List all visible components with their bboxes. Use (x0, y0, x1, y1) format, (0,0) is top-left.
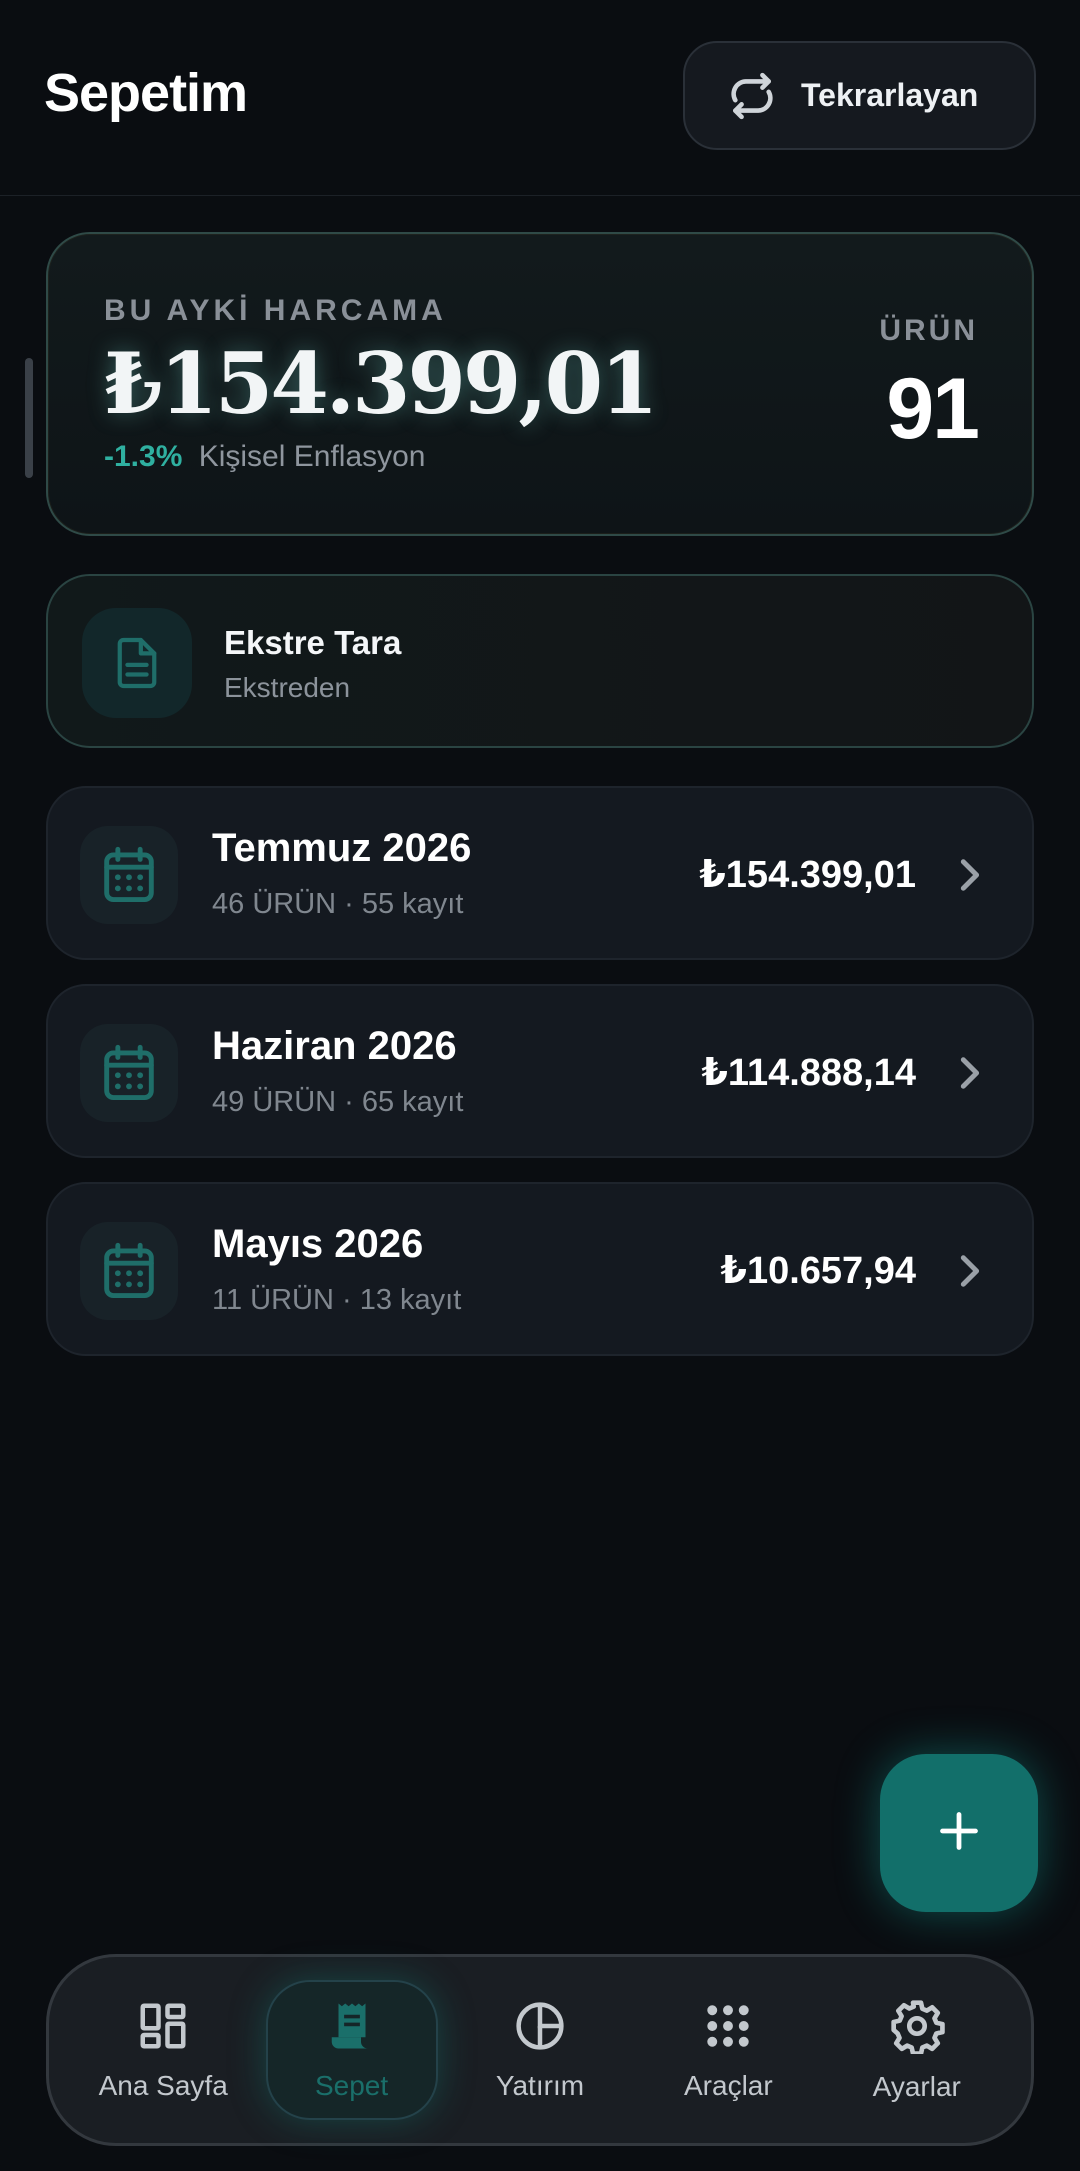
month-title: Haziran 2026 (212, 1024, 457, 1068)
month-amount: ₺114.888,14 (701, 1052, 916, 1094)
nav-item-ana-sayfa[interactable]: Ana Sayfa (77, 1980, 249, 2120)
nav-label: Ana Sayfa (98, 2069, 228, 2101)
month-amount: ₺154.399,01 (699, 854, 916, 896)
nav-item-ayarlar[interactable]: Ayarlar (831, 1980, 1003, 2120)
pie-chart-icon (513, 1999, 567, 2058)
grid-dots-icon (701, 1999, 755, 2058)
document-icon (82, 608, 192, 718)
scan-subtitle: Ekstreden (224, 672, 351, 703)
add-button[interactable] (880, 1754, 1038, 1912)
recurring-button-label: Tekrarlayan (801, 77, 979, 113)
receipt-icon (325, 1999, 379, 2058)
month-title: Mayıs 2026 (212, 1222, 424, 1266)
nav-item-sepet[interactable]: Sepet (265, 1980, 438, 2120)
inflation-row: -1.3% Kişisel Enflasyon (104, 440, 426, 474)
calendar-icon (80, 1024, 178, 1122)
scroll-indicator[interactable] (25, 358, 33, 478)
calendar-icon (80, 1222, 178, 1320)
nav-label: Yatırım (495, 2069, 585, 2101)
chevron-right-icon (956, 856, 982, 899)
monthly-spending-summary: BU AYKİ HARCAMA ₺154.399,01 -1.3% Kişise… (46, 232, 1034, 536)
calendar-icon (80, 826, 178, 924)
plus-icon (937, 1809, 981, 1858)
nav-item-araclar[interactable]: Araçlar (642, 1980, 814, 2120)
page-title: Sepetim (44, 63, 248, 123)
month-card-haziran[interactable]: Haziran 2026 49 ÜRÜN · 65 kayıt ₺114.888… (46, 984, 1034, 1158)
month-subtitle: 46 ÜRÜN · 55 kayıt (212, 888, 464, 920)
month-subtitle: 49 ÜRÜN · 65 kayıt (212, 1086, 464, 1118)
scan-statement-button[interactable]: Ekstre Tara Ekstreden (46, 574, 1034, 748)
chevron-right-icon (956, 1252, 982, 1295)
chevron-right-icon (956, 1054, 982, 1097)
item-count-label: ÜRÜN (879, 314, 978, 347)
month-card-temmuz[interactable]: Temmuz 2026 46 ÜRÜN · 55 kayıt ₺154.399,… (46, 786, 1034, 960)
nav-item-yatirim[interactable]: Yatırım (454, 1980, 626, 2120)
bottom-navigation: Ana Sayfa Sepet Yatırım Araçlar Ayarlar (46, 1954, 1034, 2146)
nav-label: Sepet (314, 2069, 389, 2101)
inflation-percent: -1.3% (104, 440, 183, 473)
summary-label: BU AYKİ HARCAMA (104, 294, 447, 327)
month-subtitle: 11 ÜRÜN · 13 kayıt (212, 1284, 462, 1316)
scan-title: Ekstre Tara (224, 624, 402, 661)
inflation-label: Kişisel Enflasyon (198, 440, 426, 473)
dashboard-icon (136, 1999, 190, 2058)
month-amount: ₺10.657,94 (720, 1250, 917, 1292)
gear-icon (889, 1998, 945, 2059)
app-header: Sepetim Tekrarlayan (0, 0, 1080, 196)
item-count-value: 91 (886, 361, 980, 457)
month-card-mayis[interactable]: Mayıs 2026 11 ÜRÜN · 13 kayıt ₺10.657,94 (46, 1182, 1034, 1356)
summary-amount: ₺154.399,01 (104, 334, 659, 433)
month-title: Temmuz 2026 (212, 826, 472, 870)
nav-label: Ayarlar (872, 2070, 961, 2102)
recurring-button[interactable]: Tekrarlayan (683, 41, 1036, 150)
refresh-icon (727, 68, 777, 124)
nav-label: Araçlar (684, 2069, 773, 2101)
